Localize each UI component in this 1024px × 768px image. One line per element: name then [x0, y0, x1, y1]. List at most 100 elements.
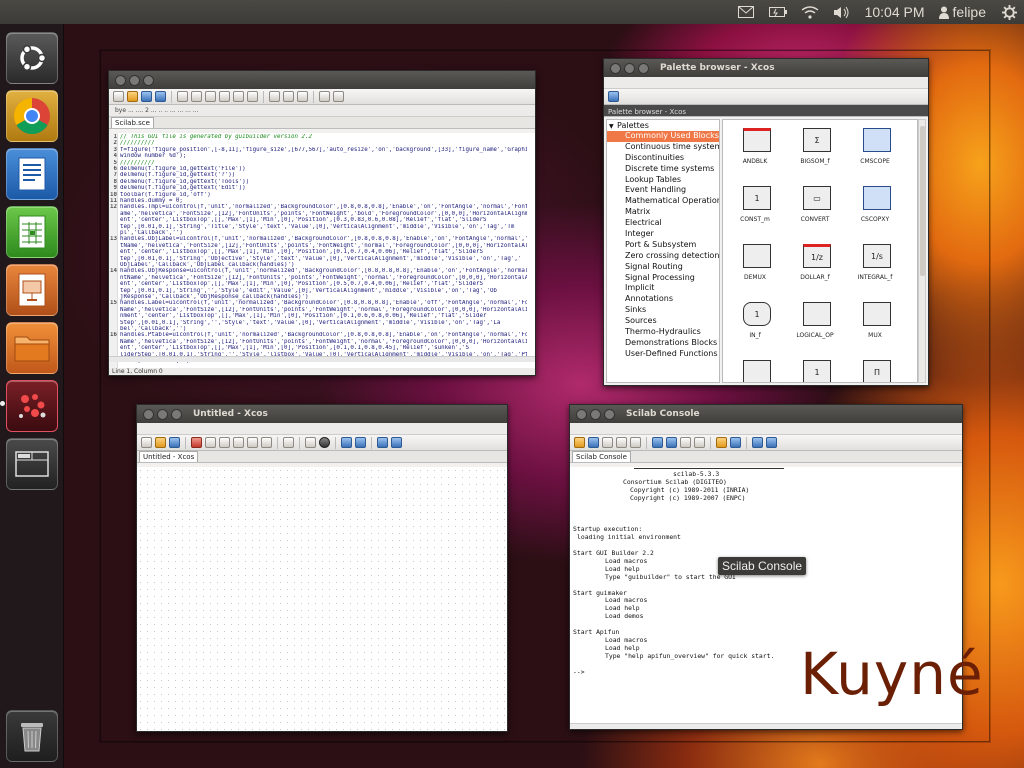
palette-block[interactable]: ANDBLK	[727, 122, 783, 178]
palette-tree-item[interactable]: User-Defined Functions	[607, 349, 719, 360]
palette-tree-item[interactable]: Zero crossing detection	[607, 251, 719, 262]
minimize-button[interactable]	[157, 408, 168, 420]
palette-browser-window[interactable]: Palette browser - Xcos Palette browser -…	[603, 58, 929, 386]
gear-icon[interactable]	[1000, 4, 1018, 20]
palette-tree-item[interactable]: Lookup Tables	[607, 175, 719, 186]
xcos-window[interactable]: Untitled - Xcos Untitled - Xcos	[136, 404, 508, 732]
trash-icon[interactable]	[6, 710, 58, 762]
palette-block[interactable]: LOGICAL_OP	[787, 296, 843, 352]
help-icon[interactable]	[333, 91, 344, 102]
palette-tree-item[interactable]: Thermo-Hydraulics	[607, 327, 719, 338]
print-icon[interactable]	[680, 437, 691, 448]
palette-tree-item[interactable]: Implicit	[607, 283, 719, 294]
close-button[interactable]	[576, 408, 587, 420]
paste-icon[interactable]	[630, 437, 641, 448]
copy-icon[interactable]	[616, 437, 627, 448]
clear-console-icon[interactable]	[694, 437, 705, 448]
tree-root[interactable]: ▼ Palettes	[607, 120, 719, 131]
tab-scilab-sce[interactable]: Scilab.sce	[111, 117, 154, 128]
open-folder-icon[interactable]	[588, 437, 599, 448]
palette-block-grid[interactable]: ANDBLK Σ BIGSOM_f CMSCOPE 1 CONST_m ▭ CONVERT CS…	[722, 119, 918, 383]
code-editor[interactable]: 1// This GUI file is generated by guibui…	[109, 133, 535, 369]
palette-block[interactable]: 1/s INTEGRAL_f	[847, 238, 903, 294]
start-icon[interactable]	[305, 437, 316, 448]
palette-browser-icon[interactable]	[377, 437, 388, 448]
palette-tree-item[interactable]: Event Handling	[607, 185, 719, 196]
palette-block[interactable]	[727, 354, 783, 382]
libreoffice-writer-icon[interactable]	[6, 148, 58, 200]
open-file-icon[interactable]	[574, 437, 585, 448]
palette-tree-item[interactable]: Annotations	[607, 294, 719, 305]
palette-tree-item[interactable]: Electrical	[607, 218, 719, 229]
cut-icon[interactable]	[602, 437, 613, 448]
fit-diagram-icon[interactable]	[283, 437, 294, 448]
open-folder-icon[interactable]	[127, 91, 138, 102]
palette-tree-item[interactable]: Sources	[607, 316, 719, 327]
execute-icon[interactable]	[297, 91, 308, 102]
save-icon[interactable]	[141, 91, 152, 102]
palette-tree[interactable]: ▼ Palettes Commonly Used Blocks Continuous…	[606, 119, 720, 383]
save-as-icon[interactable]	[155, 91, 166, 102]
paste-icon[interactable]	[247, 91, 258, 102]
delete-icon[interactable]	[233, 437, 244, 448]
palette-tree-item[interactable]: Matrix	[607, 207, 719, 218]
close-button[interactable]	[143, 408, 154, 420]
redo-icon[interactable]	[205, 91, 216, 102]
palette-tree-item[interactable]: Continuous time systems	[607, 142, 719, 153]
maximize-button[interactable]	[604, 408, 615, 420]
volume-icon[interactable]	[833, 5, 851, 19]
palette-tree-item[interactable]: Integer	[607, 229, 719, 240]
scinotes-icon[interactable]	[666, 437, 677, 448]
cut-icon[interactable]	[219, 91, 230, 102]
scinotes-titlebar[interactable]	[109, 71, 535, 89]
palette-tree-item[interactable]: Signal Routing	[607, 262, 719, 273]
maximize-button[interactable]	[638, 62, 649, 74]
tab-untitled[interactable]: Untitled - Xcos	[139, 451, 199, 462]
xcos-titlebar[interactable]: Untitled - Xcos	[137, 405, 507, 423]
palette-block[interactable]: Σ BIGSOM_f	[787, 122, 843, 178]
preferences-icon[interactable]	[752, 437, 763, 448]
comment-icon[interactable]	[283, 91, 294, 102]
palette-block[interactable]: 1 CONST_m	[727, 180, 783, 236]
cut-icon[interactable]	[205, 437, 216, 448]
refresh-icon[interactable]	[608, 91, 619, 102]
minimize-button[interactable]	[590, 408, 601, 420]
atoms-icon[interactable]	[716, 437, 727, 448]
palette-vertical-scrollbar[interactable]	[918, 119, 926, 383]
libreoffice-impress-icon[interactable]	[6, 264, 58, 316]
palette-tree-item[interactable]: Signal Processing	[607, 273, 719, 284]
print-icon[interactable]	[177, 91, 188, 102]
help-icon[interactable]	[766, 437, 777, 448]
palette-tree-item[interactable]: Mathematical Operations	[607, 196, 719, 207]
close-button[interactable]	[115, 74, 126, 86]
palette-tree-item[interactable]: Commonly Used Blocks	[607, 131, 719, 142]
wifi-icon[interactable]	[801, 5, 819, 19]
save-icon[interactable]	[169, 437, 180, 448]
palette-tree-item[interactable]: Discrete time systems	[607, 164, 719, 175]
files-icon[interactable]	[6, 322, 58, 374]
palette-block[interactable]: CMSCOPE	[847, 122, 903, 178]
console-titlebar[interactable]: Scilab Console	[570, 405, 962, 423]
copy-icon[interactable]	[219, 437, 230, 448]
maximize-button[interactable]	[143, 74, 154, 86]
chromium-icon[interactable]	[6, 90, 58, 142]
maximize-button[interactable]	[171, 408, 182, 420]
new-file-icon[interactable]	[113, 91, 124, 102]
diagram-canvas[interactable]	[137, 467, 507, 731]
new-diagram-icon[interactable]	[141, 437, 152, 448]
libreoffice-calc-icon[interactable]	[6, 206, 58, 258]
palette-block[interactable]: 1 IN_f	[727, 296, 783, 352]
horizontal-scrollbar[interactable]	[109, 356, 535, 362]
palette-block[interactable]: 1	[787, 354, 843, 382]
ubuntu-dash-icon[interactable]	[6, 32, 58, 84]
palette-titlebar[interactable]: Palette browser - Xcos	[604, 59, 928, 77]
change-directory-icon[interactable]	[652, 437, 663, 448]
minimize-button[interactable]	[129, 74, 140, 86]
undo-icon[interactable]	[247, 437, 258, 448]
find-icon[interactable]	[269, 91, 280, 102]
undo-icon[interactable]	[191, 91, 202, 102]
palette-tree-item[interactable]: Sinks	[607, 305, 719, 316]
battery-icon[interactable]	[768, 5, 787, 19]
mail-icon[interactable]	[737, 5, 755, 19]
xcos-icon[interactable]	[730, 437, 741, 448]
